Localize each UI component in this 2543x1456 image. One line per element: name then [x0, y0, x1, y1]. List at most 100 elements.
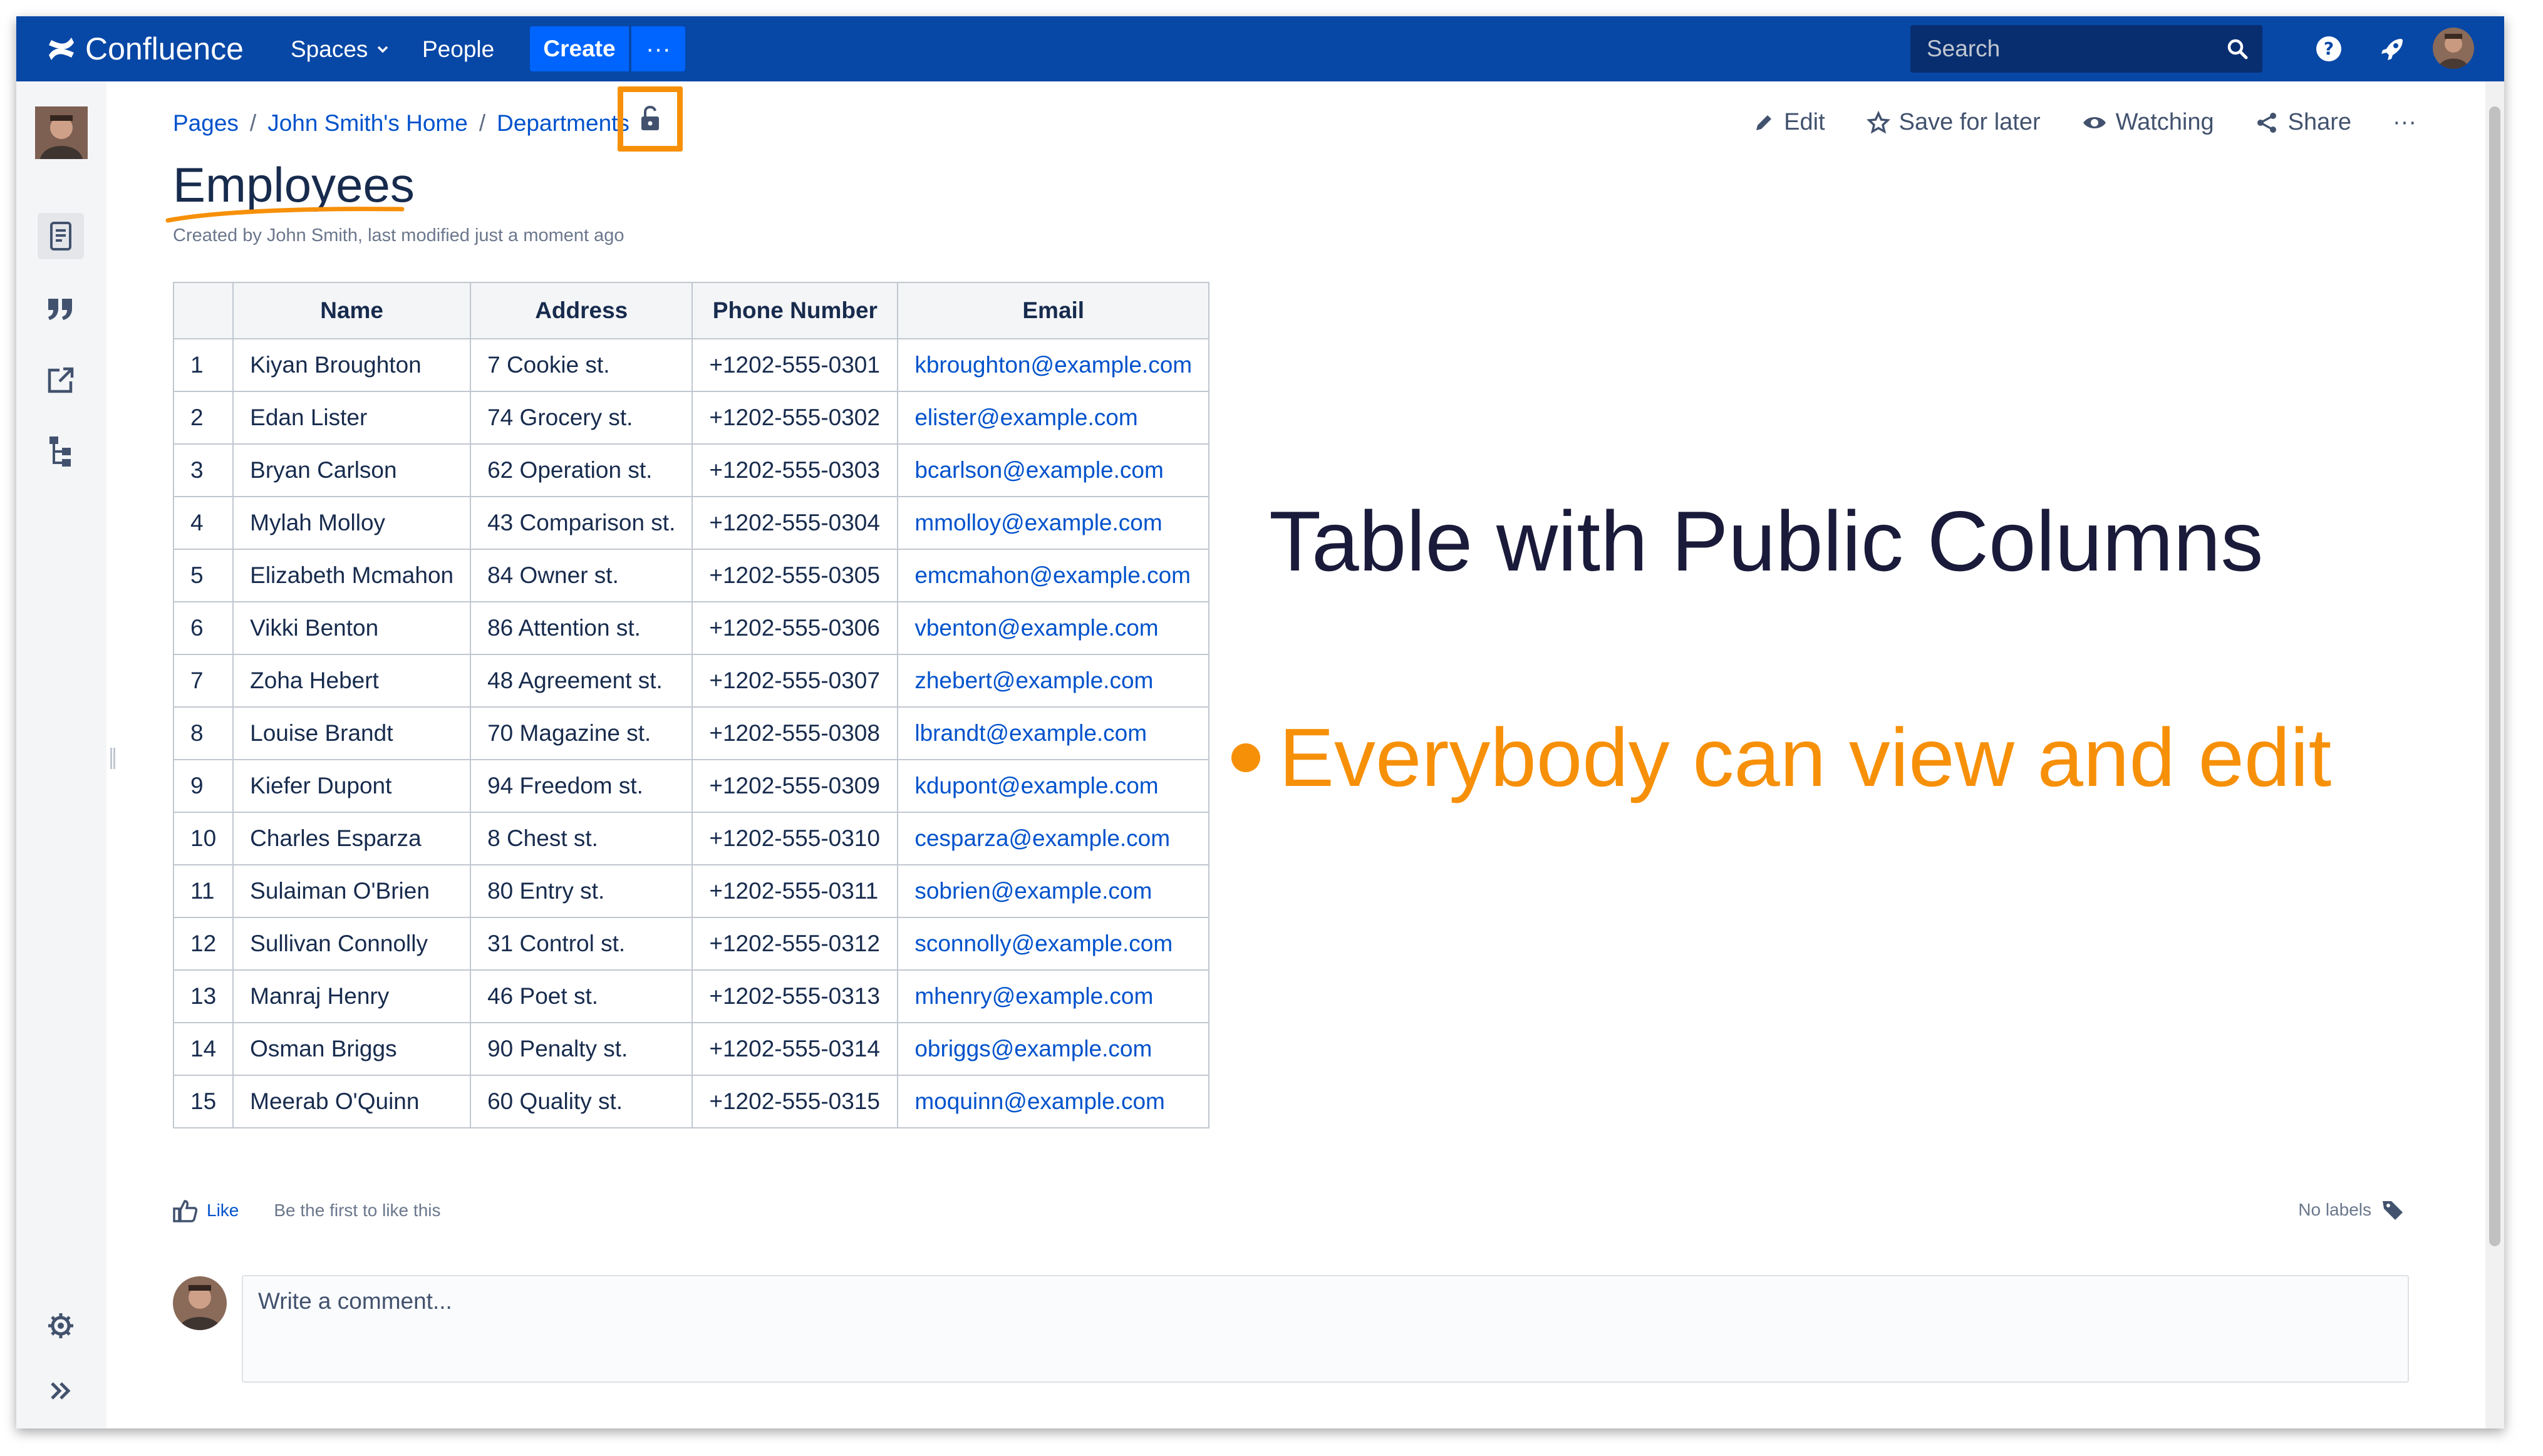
cell-address: 48 Agreement st. — [470, 654, 693, 708]
cell-email[interactable]: bcarlson@example.com — [897, 443, 1210, 497]
scrollbar-thumb[interactable] — [2489, 106, 2500, 1246]
table-row: 15 Meerab O'Quinn 60 Quality st. +1202-555-… — [172, 1075, 1210, 1128]
cell-name: Zoha Hebert — [232, 654, 472, 708]
column-header-name: Name — [232, 282, 472, 339]
cell-email[interactable]: emcmahon@example.com — [897, 549, 1210, 602]
search-icon[interactable] — [2225, 36, 2250, 61]
table-row: 9 Kiefer Dupont 94 Freedom st. +1202-555-03… — [172, 759, 1210, 813]
cell-email[interactable]: zhebert@example.com — [897, 654, 1210, 708]
confluence-logo[interactable]: Confluence — [46, 29, 244, 69]
cell-index: 5 — [172, 549, 234, 602]
cell-address: 43 Comparison st. — [470, 496, 693, 550]
cell-index: 6 — [172, 601, 234, 655]
comment-box[interactable] — [242, 1275, 2409, 1383]
column-header-index — [172, 282, 234, 339]
thumbs-up-icon[interactable] — [173, 1199, 198, 1222]
cell-email[interactable]: kbroughton@example.com — [897, 338, 1210, 392]
breadcrumb-departments[interactable]: Departments — [497, 110, 629, 137]
watching-button[interactable]: Watching — [2082, 109, 2214, 136]
breadcrumb-pages[interactable]: Pages — [173, 110, 239, 137]
sidebar-pages[interactable] — [38, 213, 84, 259]
sidebar-shortcuts[interactable] — [38, 357, 84, 403]
cell-index: 9 — [172, 759, 234, 813]
search-input[interactable] — [1910, 25, 2221, 73]
page-byline: Created by John Smith, last modified jus… — [173, 225, 624, 245]
comment-input[interactable] — [257, 1285, 2138, 1318]
avatar-image — [35, 106, 88, 159]
spaces-menu[interactable]: Spaces — [291, 36, 390, 63]
table-row: 3 Bryan Carlson 62 Operation st. +1202-555-… — [172, 443, 1210, 497]
cell-address: 84 Owner st. — [470, 549, 693, 602]
cell-email[interactable]: mhenry@example.com — [897, 969, 1210, 1023]
cell-phone: +1202-555-0301 — [691, 338, 899, 392]
sidebar-expand[interactable] — [38, 1368, 84, 1414]
people-link[interactable]: People — [422, 36, 494, 63]
cell-email[interactable]: sobrien@example.com — [897, 864, 1210, 918]
table-row: 2 Edan Lister 74 Grocery st. +1202-555-0302… — [172, 391, 1210, 445]
cell-phone: +1202-555-0307 — [691, 654, 899, 708]
like-button[interactable]: Like — [207, 1200, 239, 1221]
sidebar-resize-handle[interactable] — [110, 748, 115, 769]
cell-phone: +1202-555-0313 — [691, 969, 899, 1023]
cell-name: Sullivan Connolly — [232, 917, 472, 971]
cell-email[interactable]: obriggs@example.com — [897, 1022, 1210, 1076]
cell-name: Vikki Benton — [232, 601, 472, 655]
cell-email[interactable]: kdupont@example.com — [897, 759, 1210, 813]
edit-button[interactable]: Edit — [1753, 109, 1825, 136]
page-icon — [50, 222, 71, 250]
create-more-button[interactable]: ··· — [631, 26, 685, 71]
page-scrollbar[interactable] — [2485, 81, 2504, 1428]
pencil-icon — [1756, 115, 1772, 130]
tree-icon — [49, 436, 71, 467]
cell-address: 60 Quality st. — [470, 1075, 693, 1128]
restrictions-highlight[interactable] — [618, 86, 683, 152]
breadcrumb: Pages / John Smith's Home / Departments — [173, 110, 629, 137]
bullet-dot — [1231, 743, 1260, 772]
sidebar-page-tree[interactable] — [38, 428, 84, 475]
cell-email[interactable]: vbenton@example.com — [897, 601, 1210, 655]
more-actions-button[interactable]: ··· — [2393, 109, 2416, 136]
cell-phone: +1202-555-0309 — [691, 759, 899, 813]
cell-name: Sulaiman O'Brien — [232, 864, 472, 918]
cell-email[interactable]: lbrandt@example.com — [897, 706, 1210, 760]
unlock-icon — [641, 105, 659, 130]
sidebar-settings[interactable] — [38, 1303, 84, 1349]
external-link-icon — [48, 367, 74, 393]
sidebar-blog[interactable] — [38, 286, 84, 332]
share-button[interactable]: Share — [2256, 109, 2351, 136]
cell-phone: +1202-555-0303 — [691, 443, 899, 497]
breadcrumb-home[interactable]: John Smith's Home — [267, 110, 468, 137]
watching-label: Watching — [2115, 109, 2214, 135]
space-sidebar — [16, 81, 106, 1428]
cell-email[interactable]: sconnolly@example.com — [897, 917, 1210, 971]
cell-email[interactable]: moquinn@example.com — [897, 1075, 1210, 1128]
cell-name: Meerab O'Quinn — [232, 1075, 472, 1128]
cell-index: 4 — [172, 496, 234, 550]
cell-address: 46 Poet st. — [470, 969, 693, 1023]
star-icon — [1866, 110, 1890, 134]
tag-icon[interactable] — [2381, 1199, 2404, 1221]
search-box — [1910, 25, 2262, 73]
confluence-logo-icon — [49, 38, 74, 60]
cell-email[interactable]: elister@example.com — [897, 391, 1210, 445]
employees-table: Name Address Phone Number Email 1 Kiyan B… — [172, 282, 1210, 1128]
cell-address: 70 Magazine st. — [470, 706, 693, 760]
create-button[interactable]: Create — [530, 26, 629, 71]
cell-email[interactable]: cesparza@example.com — [897, 812, 1210, 865]
like-row: Like Be the first to like this — [173, 1199, 440, 1222]
cell-email[interactable]: mmolloy@example.com — [897, 496, 1210, 550]
annotation-bullet: Everybody can view and edit — [1231, 710, 2331, 805]
help-icon[interactable]: ? — [2313, 33, 2345, 65]
cell-index: 7 — [172, 654, 234, 708]
table-row: 8 Louise Brandt 70 Magazine st. +1202-555-0… — [172, 706, 1210, 760]
column-header-phone: Phone Number — [691, 282, 899, 339]
cell-name: Bryan Carlson — [232, 443, 472, 497]
save-for-later-button[interactable]: Save for later — [1866, 109, 2041, 136]
user-avatar[interactable] — [2433, 28, 2474, 69]
cell-phone: +1202-555-0314 — [691, 1022, 899, 1076]
space-avatar[interactable] — [35, 106, 88, 159]
notifications-icon[interactable] — [2376, 33, 2409, 65]
table-row: 11 Sulaiman O'Brien 80 Entry st. +1202-555-… — [172, 864, 1210, 918]
cell-address: 80 Entry st. — [470, 864, 693, 918]
cell-address: 62 Operation st. — [470, 443, 693, 497]
